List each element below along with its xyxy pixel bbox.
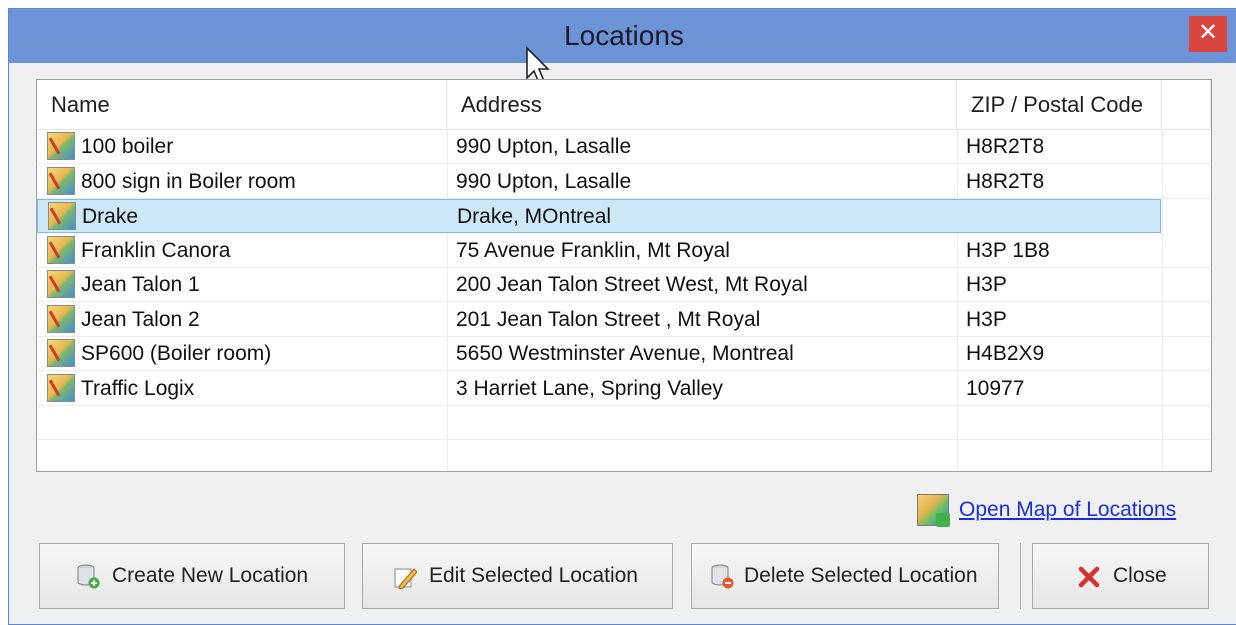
address-cell: 200 Jean Talon Street West, Mt Royal (456, 273, 808, 296)
empty-row (37, 406, 1211, 440)
delete-location-label: Delete Selected Location (744, 564, 978, 587)
table-row[interactable]: Jean Talon 1 200 Jean Talon Street West, … (37, 268, 1211, 302)
delete-location-icon (711, 564, 734, 589)
name-cell: 800 sign in Boiler room (81, 169, 296, 193)
zip-cell: H3P 1B8 (966, 238, 1050, 262)
map-location-icon (47, 166, 75, 195)
table-row[interactable]: Drake Drake, MOntreal (37, 199, 1161, 233)
column-header-address[interactable]: Address (447, 80, 957, 130)
map-location-icon (47, 304, 75, 333)
table-row[interactable]: Traffic Logix 3 Harriet Lane, Spring Vall… (37, 372, 1211, 406)
name-cell: Jean Talon 1 (81, 273, 200, 296)
zip-cell: H3P (966, 273, 1007, 296)
address-cell: 5650 Westminster Avenue, Montreal (456, 342, 794, 365)
map-icon (917, 494, 950, 527)
empty-row (37, 441, 1211, 472)
name-cell: Drake (82, 205, 139, 228)
map-location-icon (47, 373, 75, 402)
map-location-icon (47, 235, 75, 264)
map-location-icon (47, 132, 75, 160)
zip-cell: H8R2T8 (966, 135, 1045, 158)
column-header-filler (1162, 80, 1211, 130)
address-cell: 75 Avenue Franklin, Mt Royal (456, 238, 730, 262)
table-row[interactable]: SP600 (Boiler room) 5650 Westminster Aven… (37, 337, 1211, 371)
delete-location-button[interactable]: Delete Selected Location (691, 543, 999, 609)
address-cell: 201 Jean Talon Street , Mt Royal (456, 307, 761, 331)
address-cell: 3 Harriet Lane, Spring Valley (456, 376, 723, 400)
create-location-label: Create New Location (112, 564, 309, 587)
zip-cell: H8R2T8 (966, 169, 1045, 193)
map-location-icon (47, 270, 75, 298)
close-window-button[interactable]: ✕ (1189, 16, 1227, 52)
edit-location-button[interactable]: Edit Selected Location (362, 543, 673, 609)
table-row[interactable]: 100 boiler 990 Upton, Lasalle H8R2T8 (37, 130, 1211, 164)
name-cell: Traffic Logix (81, 376, 195, 400)
locations-window: Locations ✕ Name Address ZIP / Postal Co… (8, 8, 1236, 625)
table-row[interactable]: Jean Talon 2 201 Jean Talon Street , Mt R… (37, 303, 1211, 337)
window-title: Locations (564, 20, 684, 51)
pencil-edit-icon (394, 568, 417, 589)
table-row[interactable]: 800 sign in Boiler room 990 Upton, Lasall… (37, 165, 1211, 199)
column-header-zip[interactable]: ZIP / Postal Code (957, 80, 1162, 130)
column-header-name[interactable]: Name (37, 80, 447, 130)
new-location-icon (77, 564, 100, 589)
zip-cell: 10977 (966, 376, 1025, 400)
close-button[interactable]: Close (1032, 543, 1209, 609)
name-cell: Jean Talon 2 (81, 307, 200, 331)
edit-location-label: Edit Selected Location (429, 564, 638, 587)
name-cell: Franklin Canora (81, 238, 231, 262)
address-cell: 990 Upton, Lasalle (456, 135, 632, 158)
title-bar[interactable]: Locations ✕ (9, 9, 1236, 63)
table-row[interactable]: Franklin Canora 75 Avenue Franklin, Mt Ro… (37, 234, 1211, 268)
address-cell: 990 Upton, Lasalle (456, 169, 632, 193)
name-cell: 100 boiler (81, 135, 174, 158)
close-x-icon (1078, 566, 1100, 588)
close-button-label: Close (1113, 564, 1167, 587)
map-location-icon (48, 202, 76, 230)
address-cell: Drake, MOntreal (457, 205, 612, 228)
zip-cell: H4B2X9 (966, 342, 1045, 365)
button-separator (1020, 543, 1021, 609)
zip-cell: H3P (966, 307, 1007, 331)
locations-list[interactable]: Name Address ZIP / Postal Code 100 boile… (36, 79, 1212, 472)
map-location-icon (47, 339, 75, 367)
create-location-button[interactable]: Create New Location (39, 543, 345, 609)
name-cell: SP600 (Boiler room) (81, 342, 272, 365)
open-map-link-label[interactable]: Open Map of Locations (959, 498, 1176, 522)
